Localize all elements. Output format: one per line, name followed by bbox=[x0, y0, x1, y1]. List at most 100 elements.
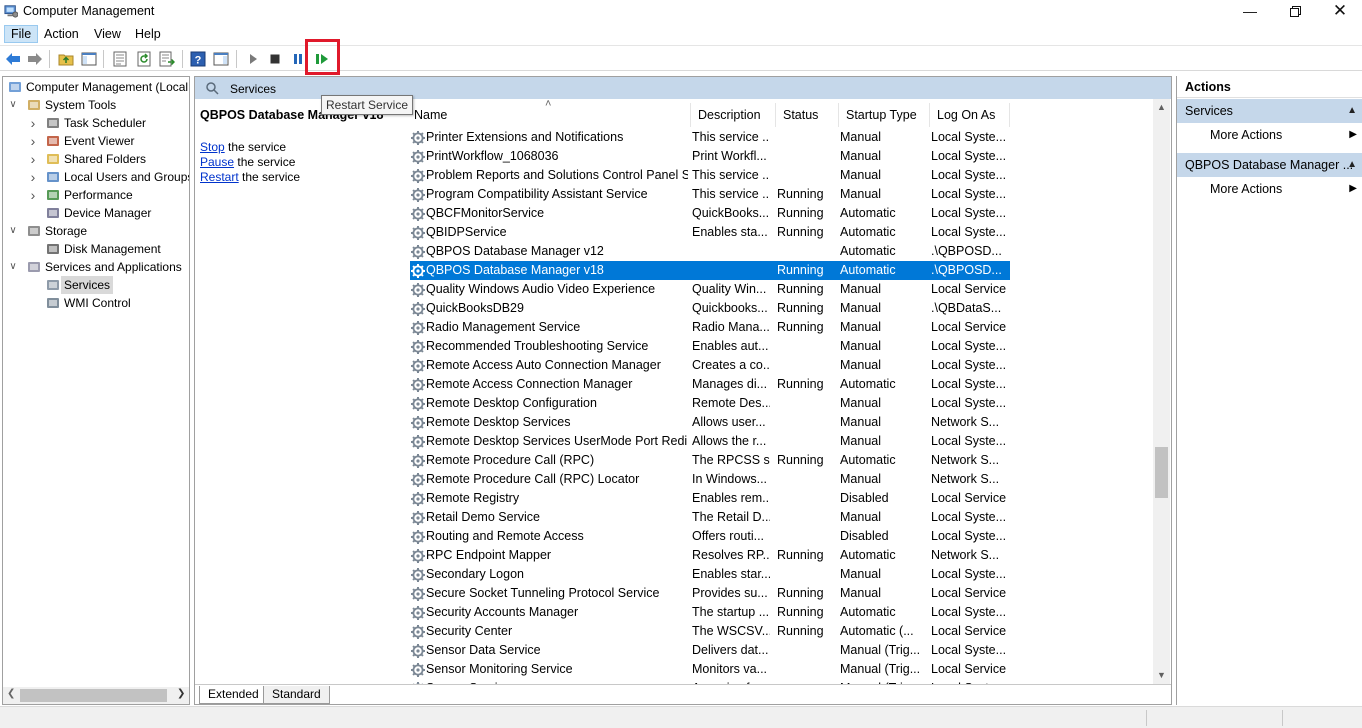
collapse-icon[interactable]: ▲ bbox=[1347, 153, 1357, 177]
service-row[interactable]: QuickBooksDB29 Quickbooks... Running Manual… bbox=[410, 299, 1010, 318]
service-row[interactable]: Problem Reports and Solutions Control Pa… bbox=[410, 166, 1010, 185]
service-row[interactable]: Remote Desktop Configuration Remote Des..… bbox=[410, 394, 1010, 413]
tree-node-wmi-control[interactable]: WMI Control bbox=[3, 294, 189, 312]
start-service-button[interactable] bbox=[243, 49, 263, 69]
properties-button[interactable] bbox=[110, 49, 130, 69]
tree-node-shared-folders[interactable]: › Shared Folders bbox=[3, 150, 189, 168]
service-description: The startup ... bbox=[692, 605, 770, 619]
tree-node-task-scheduler[interactable]: › Task Scheduler bbox=[3, 114, 189, 132]
service-row[interactable]: Remote Procedure Call (RPC) Locator In Wi… bbox=[410, 470, 1010, 489]
service-row[interactable]: Radio Management Service Radio Mana... Run… bbox=[410, 318, 1010, 337]
close-button[interactable]: ✕ bbox=[1317, 0, 1362, 23]
column-header-startup-type[interactable]: Startup Type bbox=[846, 108, 917, 122]
stop-service-link[interactable]: Stop bbox=[200, 140, 225, 154]
up-one-level-button[interactable] bbox=[56, 49, 76, 69]
service-row[interactable]: Remote Registry Enables rem... Disabled Loc… bbox=[410, 489, 1010, 508]
services-vertical-scrollbar[interactable]: ▲ ▼ bbox=[1153, 99, 1170, 684]
chevron-right-icon[interactable]: › bbox=[27, 114, 39, 132]
scroll-left-arrow-icon[interactable]: ❮ bbox=[7, 688, 15, 699]
tree-node-computer-management-local[interactable]: Computer Management (Local bbox=[3, 78, 189, 96]
more-actions-services[interactable]: More Actions ▶ bbox=[1177, 124, 1362, 146]
service-name: QBCFMonitorService bbox=[426, 206, 545, 220]
service-row[interactable]: Security Accounts Manager The startup ...… bbox=[410, 603, 1010, 622]
chevron-right-icon[interactable]: › bbox=[27, 132, 39, 150]
tab-standard[interactable]: Standard bbox=[263, 686, 330, 704]
scrollbar-thumb[interactable] bbox=[1155, 447, 1168, 498]
service-name: Program Compatibility Assistant Service bbox=[426, 187, 648, 201]
service-row[interactable]: Remote Desktop Services UserMode Port Re… bbox=[410, 432, 1010, 451]
tree-node-storage[interactable]: ∨ Storage bbox=[3, 222, 189, 240]
actions-section-selected-service[interactable]: QBPOS Database Manager ... ▲ bbox=[1177, 153, 1362, 177]
column-header-log-on-as[interactable]: Log On As bbox=[937, 108, 995, 122]
tree-node-event-viewer[interactable]: › Event Viewer bbox=[3, 132, 189, 150]
chevron-down-icon[interactable]: ∨ bbox=[7, 96, 19, 114]
menu-help[interactable]: Help bbox=[129, 25, 167, 43]
service-row[interactable]: Remote Procedure Call (RPC) The RPCSS s..… bbox=[410, 451, 1010, 470]
collapse-icon[interactable]: ▲ bbox=[1347, 99, 1357, 123]
column-header-description[interactable]: Description bbox=[698, 108, 761, 122]
scroll-right-arrow-icon[interactable]: ❯ bbox=[177, 688, 185, 699]
chevron-down-icon[interactable]: ∨ bbox=[7, 222, 19, 240]
service-row[interactable]: Secondary Logon Enables star... Manual Loca… bbox=[410, 565, 1010, 584]
title-bar: Computer Management — ✕ bbox=[0, 0, 1362, 23]
forward-button[interactable] bbox=[25, 49, 45, 69]
menu-view[interactable]: View bbox=[88, 25, 127, 43]
pause-service-link[interactable]: Pause bbox=[200, 155, 234, 169]
service-row[interactable]: Retail Demo Service The Retail D... Manual… bbox=[410, 508, 1010, 527]
restore-button[interactable] bbox=[1272, 0, 1318, 23]
service-row[interactable]: PrintWorkflow_1068036 Print Workfl... Manu… bbox=[410, 147, 1010, 166]
chevron-right-icon[interactable]: › bbox=[27, 150, 39, 168]
service-gear-icon bbox=[411, 549, 425, 563]
help-button[interactable]: ? bbox=[188, 49, 208, 69]
service-row[interactable]: Remote Desktop Services Allows user... Man… bbox=[410, 413, 1010, 432]
refresh-button[interactable] bbox=[134, 49, 154, 69]
service-row[interactable]: QBIDPService Enables sta... Running Automat… bbox=[410, 223, 1010, 242]
service-row[interactable]: Routing and Remote Access Offers routi...… bbox=[410, 527, 1010, 546]
service-row[interactable]: Remote Access Auto Connection Manager Cre… bbox=[410, 356, 1010, 375]
actions-section-services[interactable]: Services ▲ bbox=[1177, 99, 1362, 123]
tree-node-device-manager[interactable]: Device Manager bbox=[3, 204, 189, 222]
service-row[interactable]: Recommended Troubleshooting Service Enabl… bbox=[410, 337, 1010, 356]
chevron-right-icon[interactable]: › bbox=[27, 186, 39, 204]
service-row[interactable]: QBPOS Database Manager v18 Running Automat… bbox=[410, 261, 1010, 280]
service-row[interactable]: Program Compatibility Assistant Service T… bbox=[410, 185, 1010, 204]
service-status: Running bbox=[777, 377, 824, 391]
minimize-button[interactable]: — bbox=[1227, 0, 1273, 23]
tree-node-system-tools[interactable]: ∨ System Tools bbox=[3, 96, 189, 114]
scroll-up-arrow-icon[interactable]: ▲ bbox=[1153, 99, 1170, 116]
service-row[interactable]: QBPOS Database Manager v12 Automatic .\QBP… bbox=[410, 242, 1010, 261]
chevron-right-icon[interactable]: › bbox=[27, 168, 39, 186]
service-gear-icon bbox=[411, 302, 425, 316]
service-row[interactable]: Sensor Monitoring Service Monitors va... M… bbox=[410, 660, 1010, 679]
menu-file[interactable]: File bbox=[4, 25, 39, 43]
menu-action[interactable]: Action bbox=[38, 25, 85, 43]
tree-node-services[interactable]: Services bbox=[3, 276, 189, 294]
chevron-down-icon[interactable]: ∨ bbox=[7, 258, 19, 276]
tab-extended[interactable]: Extended bbox=[199, 686, 268, 704]
tree-node-performance[interactable]: › Performance bbox=[3, 186, 189, 204]
service-row[interactable]: Secure Socket Tunneling Protocol Service… bbox=[410, 584, 1010, 603]
service-row[interactable]: Security Center The WSCSV... Running Automa… bbox=[410, 622, 1010, 641]
more-actions-selected-service[interactable]: More Actions ▶ bbox=[1177, 178, 1362, 200]
back-button[interactable] bbox=[3, 49, 23, 69]
service-row[interactable]: Printer Extensions and Notifications This… bbox=[410, 128, 1010, 147]
show-hide-action-pane-button[interactable] bbox=[211, 49, 231, 69]
restart-service-link[interactable]: Restart bbox=[200, 170, 239, 184]
scroll-down-arrow-icon[interactable]: ▼ bbox=[1153, 667, 1170, 684]
show-hide-console-tree-button[interactable] bbox=[79, 49, 99, 69]
export-list-button[interactable] bbox=[157, 49, 177, 69]
column-header-status[interactable]: Status bbox=[783, 108, 818, 122]
tree-node-disk-management[interactable]: Disk Management bbox=[3, 240, 189, 258]
tree-node-services-and-applications[interactable]: ∨ Services and Applications bbox=[3, 258, 189, 276]
service-row[interactable]: QBCFMonitorService QuickBooks... Running Au… bbox=[410, 204, 1010, 223]
service-row[interactable]: Quality Windows Audio Video Experience Qu… bbox=[410, 280, 1010, 299]
service-log-on-as: Local Syste... bbox=[931, 643, 1007, 657]
service-row[interactable]: Sensor Data Service Delivers dat... Manual… bbox=[410, 641, 1010, 660]
service-row[interactable]: RPC Endpoint Mapper Resolves RP... Running… bbox=[410, 546, 1010, 565]
stop-service-button[interactable] bbox=[265, 49, 285, 69]
scrollbar-thumb[interactable] bbox=[20, 689, 167, 702]
service-row[interactable]: Remote Access Connection Manager Manages … bbox=[410, 375, 1010, 394]
column-header-name[interactable]: Name bbox=[414, 108, 447, 122]
tree-node-local-users-and-groups[interactable]: › Local Users and Groups bbox=[3, 168, 189, 186]
tree-horizontal-scrollbar[interactable]: ❮ ❯ bbox=[3, 687, 189, 704]
